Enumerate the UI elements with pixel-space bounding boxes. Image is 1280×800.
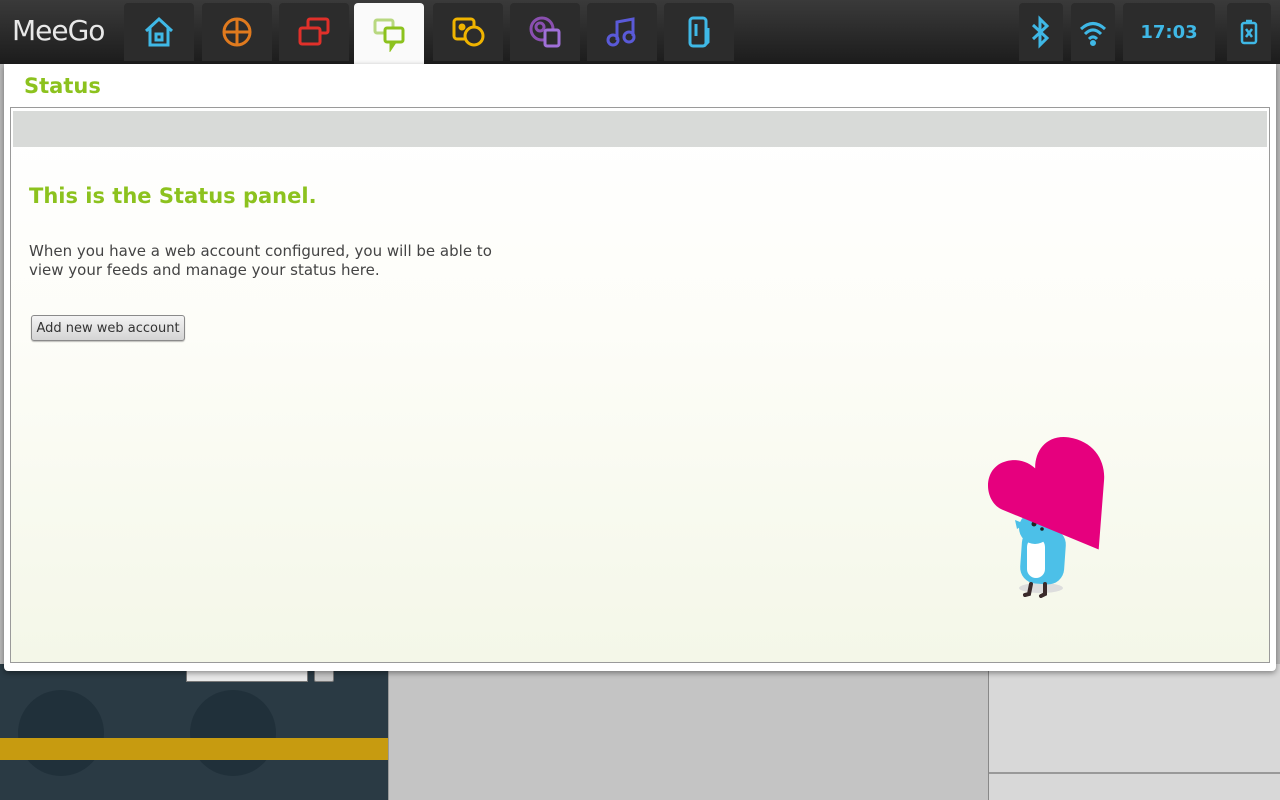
tab-zones[interactable] [279,3,349,61]
home-icon [144,16,174,47]
battery-button[interactable] [1227,3,1271,61]
panel-title: Status [24,74,101,98]
music-note-icon [606,17,636,47]
tab-internet[interactable] [510,3,580,61]
tab-people[interactable] [433,3,503,61]
content-header-bar [13,111,1267,147]
status-content: This is the Status panel. When you have … [10,107,1270,663]
bluetooth-button[interactable] [1019,3,1063,61]
wifi-icon [1079,22,1107,46]
background-window-right [988,664,1280,800]
tab-media[interactable] [587,3,657,61]
battery-icon [1240,19,1258,45]
tab-applications[interactable] [202,3,272,61]
background-arc [18,690,104,776]
bluetooth-icon [1031,15,1050,49]
meego-logo: MeeGo [12,14,105,47]
background-arc [190,690,276,776]
web-icon [529,16,561,48]
apps-grid-icon [222,17,252,47]
tab-devices[interactable] [664,3,734,61]
tab-myzone[interactable] [124,3,194,61]
status-panel: Status This is the Status panel. When yo… [4,64,1276,671]
heart-bird-illustration [988,437,1105,598]
chat-bubbles-icon [373,18,405,52]
top-toolbar: MeeGo 17:03 [0,0,1280,64]
background-window-left [0,664,388,800]
tab-status[interactable] [354,3,424,64]
status-heading: This is the Status panel. [29,184,317,208]
clock-button[interactable]: 17:03 [1123,3,1215,61]
status-description: When you have a web account configured, … [29,242,492,279]
devices-icon [688,16,710,48]
background-stripe [0,738,388,760]
wifi-button[interactable] [1071,3,1115,61]
add-web-account-button[interactable]: Add new web account [31,315,185,341]
windows-icon [298,17,330,46]
background-window-middle [388,664,989,800]
clock-time: 17:03 [1140,21,1198,43]
people-icon [452,17,485,47]
